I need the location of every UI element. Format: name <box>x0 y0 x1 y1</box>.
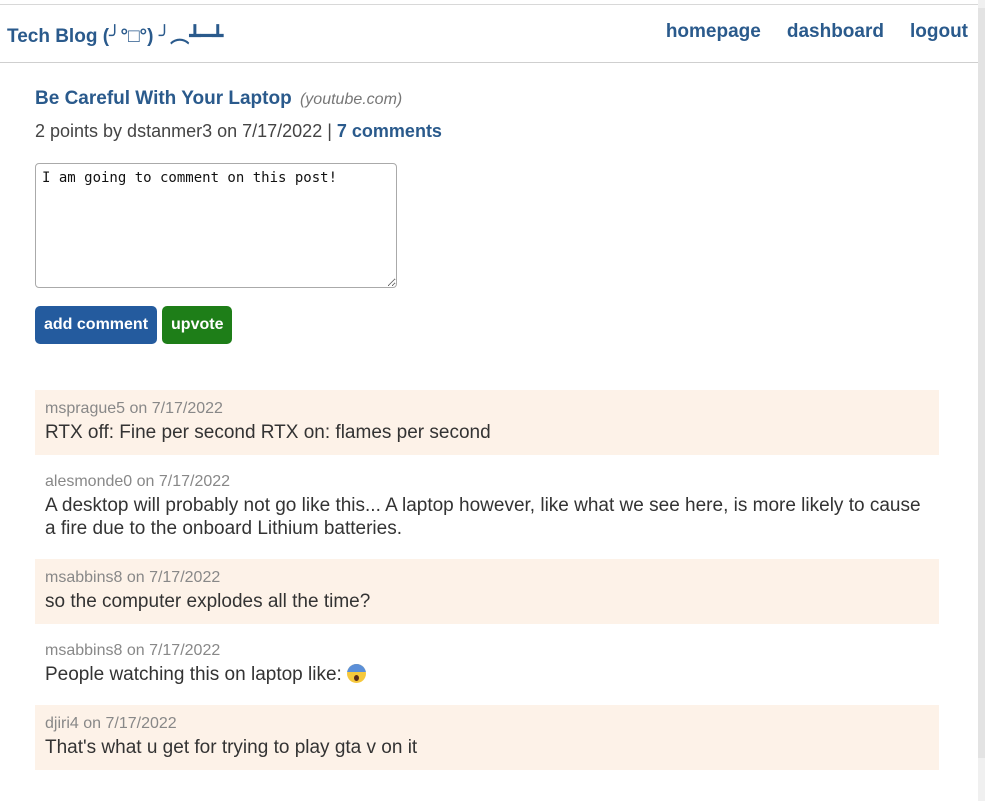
main-content: Be Careful With Your Laptop (youtube.com… <box>35 63 939 770</box>
comment-item: msprague5 on 7/17/2022 RTX off: Fine per… <box>35 390 939 455</box>
comment-text: RTX off: Fine per second RTX on: flames … <box>45 422 491 443</box>
comment-form: I am going to comment on this post! add … <box>35 163 939 344</box>
upvote-button[interactable]: upvote <box>162 306 233 344</box>
nav-logout-link[interactable]: logout <box>910 21 968 43</box>
post: Be Careful With Your Laptop (youtube.com… <box>35 87 939 143</box>
comment-item: djiri4 on 7/17/2022 That's what u get fo… <box>35 705 939 770</box>
comment-list: msprague5 on 7/17/2022 RTX off: Fine per… <box>35 390 939 770</box>
comment-form-buttons: add comment upvote <box>35 306 939 344</box>
nav-dashboard-link[interactable]: dashboard <box>787 21 884 43</box>
main-nav: homepage dashboard logout <box>666 21 968 43</box>
comment-meta: msabbins8 on 7/17/2022 <box>45 642 221 659</box>
comment-item: msabbins8 on 7/17/2022 so the computer e… <box>35 559 939 624</box>
post-meta-text: 2 points by dstanmer3 on 7/17/2022 | <box>35 121 332 141</box>
comment-meta: djiri4 on 7/17/2022 <box>45 715 177 732</box>
post-comments-link[interactable]: 7 comments <box>337 121 442 141</box>
comment-item: alesmonde0 on 7/17/2022 A desktop will p… <box>35 463 939 551</box>
comment-meta: alesmonde0 on 7/17/2022 <box>45 473 231 490</box>
comment-text: A desktop will probably not go like this… <box>45 495 921 539</box>
post-title-row: Be Careful With Your Laptop (youtube.com… <box>35 87 939 112</box>
comment-meta: msabbins8 on 7/17/2022 <box>45 569 221 586</box>
scrollbar-thumb[interactable] <box>978 8 985 758</box>
site-title-link[interactable]: Tech Blog (╯°□°) ╯︵┻━┻ <box>7 21 224 48</box>
post-domain: (youtube.com) <box>299 91 403 108</box>
site-header: Tech Blog (╯°□°) ╯︵┻━┻ homepage dashboar… <box>0 5 978 63</box>
comment-textarea[interactable]: I am going to comment on this post! <box>35 163 397 288</box>
comment-text-row: People watching this on laptop like: <box>45 663 929 686</box>
post-meta: 2 points by dstanmer3 on 7/17/2022 | 7 c… <box>35 119 939 143</box>
comment-item: msabbins8 on 7/17/2022 People watching t… <box>35 632 939 697</box>
comment-text: People watching this on laptop like: <box>45 664 342 685</box>
scream-emoji-icon <box>347 664 367 683</box>
comment-text: so the computer explodes all the time? <box>45 591 371 612</box>
post-title-link[interactable]: Be Careful With Your Laptop <box>35 88 292 109</box>
add-comment-button[interactable]: add comment <box>35 306 158 344</box>
nav-homepage-link[interactable]: homepage <box>666 21 761 43</box>
comment-meta: msprague5 on 7/17/2022 <box>45 400 223 417</box>
comment-text: That's what u get for trying to play gta… <box>45 737 418 758</box>
